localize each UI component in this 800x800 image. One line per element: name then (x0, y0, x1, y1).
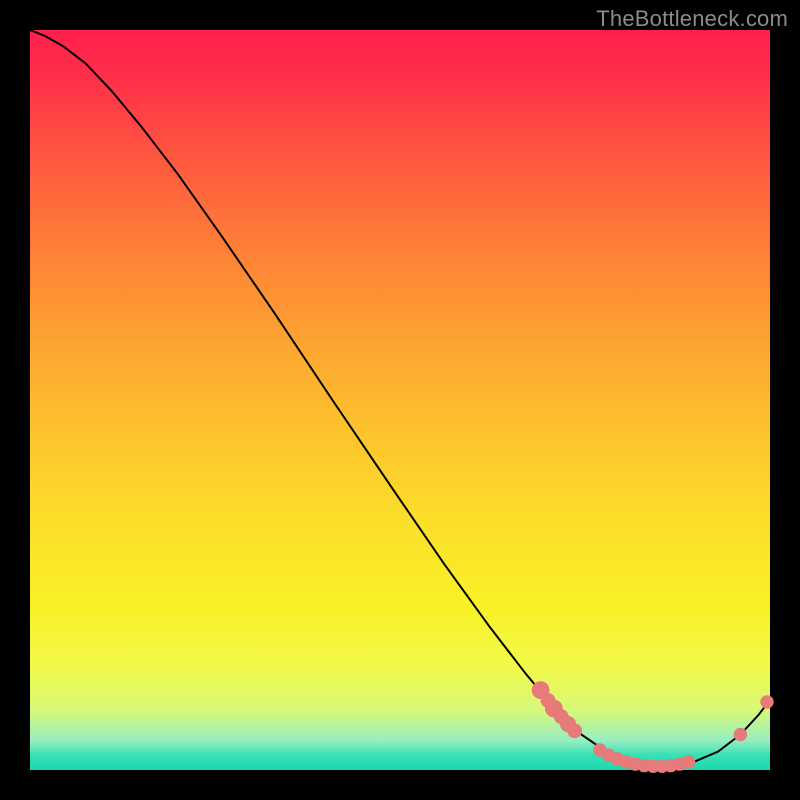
data-point-cluster-lower (593, 743, 695, 773)
plot-gradient-area (30, 30, 770, 770)
data-point (760, 695, 773, 708)
watermark: TheBottleneck.com (596, 6, 788, 32)
data-point-cluster-upper (532, 681, 582, 738)
data-point (734, 728, 747, 741)
tail-points (734, 695, 774, 741)
chart-svg (30, 30, 770, 770)
data-point (682, 755, 695, 768)
bottleneck-curve (30, 30, 770, 766)
data-point (567, 723, 582, 738)
chart-frame: TheBottleneck.com (0, 0, 800, 800)
curve-path (30, 30, 770, 766)
